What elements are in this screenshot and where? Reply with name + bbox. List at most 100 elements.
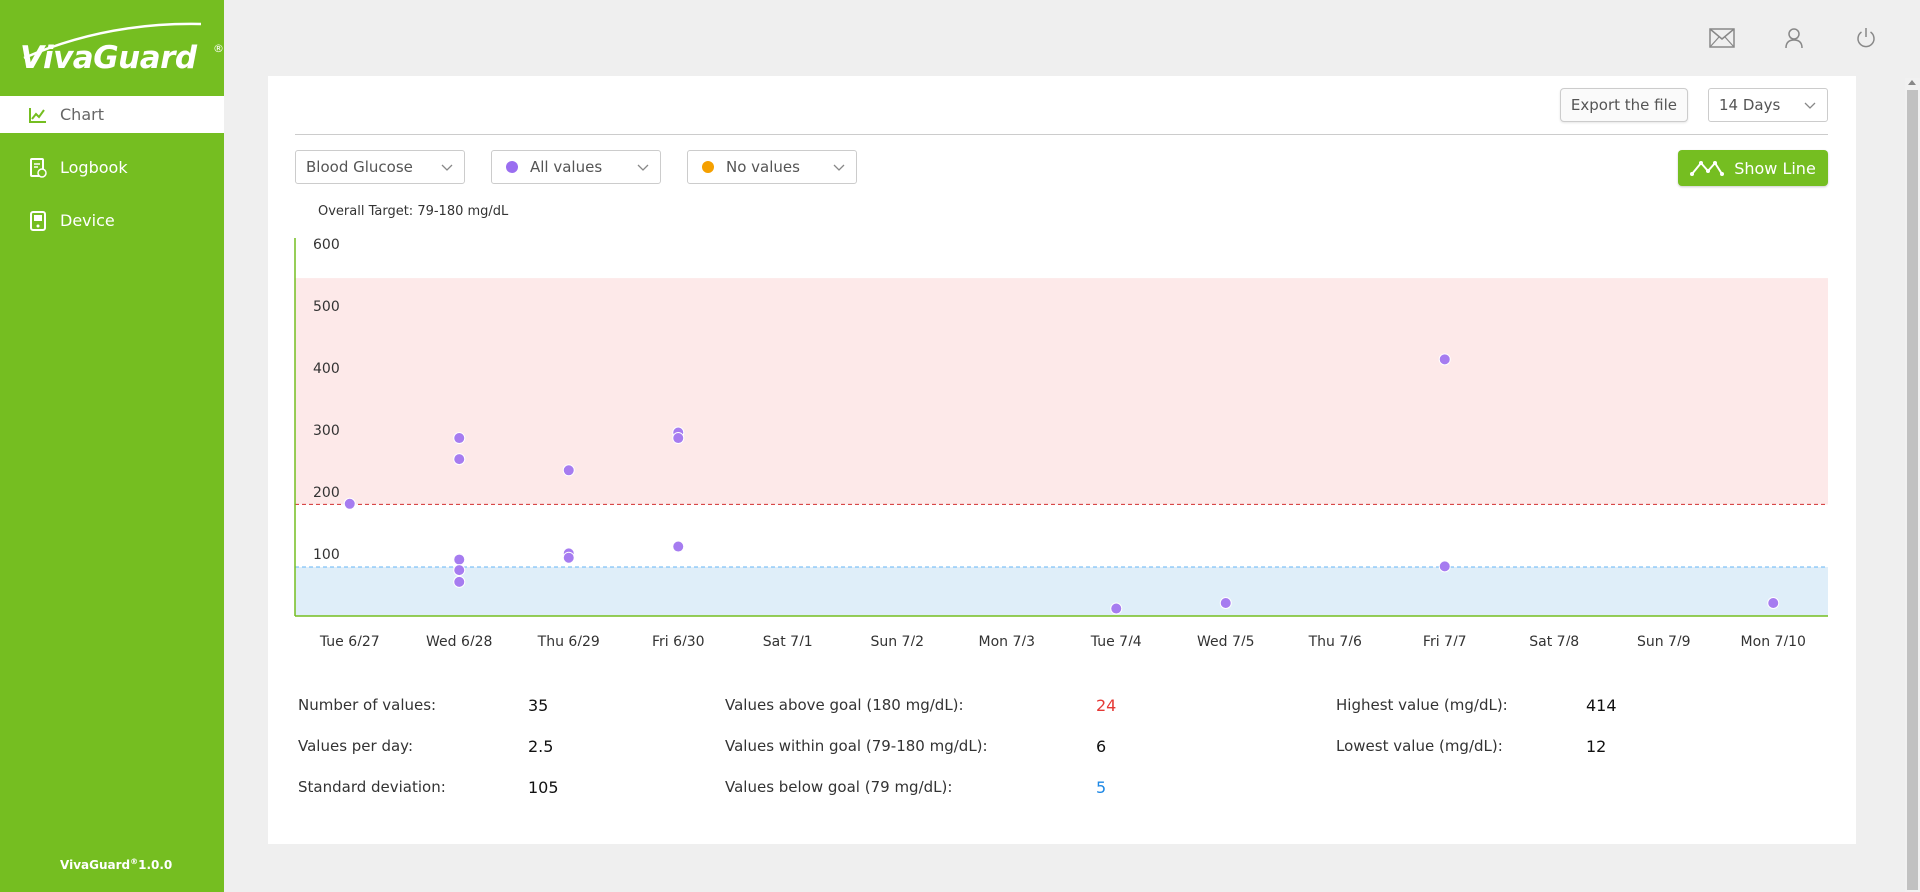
chart-icon [28, 105, 48, 125]
series1-select[interactable]: All values [491, 150, 661, 184]
y-tick-label: 100 [313, 547, 340, 563]
series1-value: All values [530, 158, 603, 176]
data-point [453, 432, 466, 445]
chevron-down-icon [833, 164, 845, 171]
y-tick-label: 200 [313, 485, 340, 501]
user-icon[interactable] [1780, 24, 1808, 52]
series1-dot [506, 161, 518, 173]
x-tick-label: Tue 7/4 [1090, 634, 1142, 646]
low-range-band [295, 567, 1828, 616]
x-tick-label: Thu 6/29 [537, 634, 600, 646]
highest-label: Highest value (mg/dL): [1336, 696, 1508, 714]
logo-text: VivaGuard [20, 40, 197, 76]
toolbar-divider [295, 134, 1828, 135]
series2-dot [702, 161, 714, 173]
data-point [1219, 596, 1232, 609]
within-goal-value: 6 [1096, 737, 1107, 756]
target-label: Overall Target: 79-180 mg/dL [318, 204, 509, 219]
chevron-down-icon [637, 164, 649, 171]
per-day-value: 2.5 [528, 737, 554, 756]
data-point [453, 564, 466, 577]
filter-row: Blood Glucose All values No values [295, 150, 857, 184]
x-tick-label: Wed 6/28 [426, 634, 492, 646]
version-registered-mark: ® [130, 857, 139, 866]
y-tick-label: 500 [313, 299, 340, 315]
above-goal-value: 24 [1096, 696, 1117, 715]
x-tick-label: Wed 7/5 [1197, 634, 1255, 646]
data-point [343, 497, 356, 510]
sidebar-item-chart[interactable]: Chart [0, 96, 224, 133]
data-point [1438, 353, 1451, 366]
data-point [1110, 602, 1123, 615]
chevron-down-icon [441, 164, 453, 171]
app-version: VivaGuard®1.0.0 [60, 857, 172, 872]
count-value: 35 [528, 696, 549, 715]
highest-value: 414 [1586, 696, 1617, 715]
y-tick-label: 300 [313, 423, 340, 439]
mail-icon[interactable] [1708, 24, 1736, 52]
sidebar: VivaGuard ® Chart Logbook Device VivaGua… [0, 0, 224, 892]
version-name: VivaGuard [60, 858, 131, 872]
per-day-label: Values per day: [298, 737, 414, 755]
data-point [453, 453, 466, 466]
glucose-chart: 100 200 300 400 500 600 Tue 6/27 Wed 6/28 Thu 6/… [294, 237, 1828, 646]
sidebar-item-logbook[interactable]: Logbook [0, 149, 224, 186]
measure-select[interactable]: Blood Glucose [295, 150, 465, 184]
export-file-button[interactable]: Export the file [1559, 88, 1688, 122]
lowest-label: Lowest value (mg/dL): [1336, 737, 1503, 755]
logo-registered-mark: ® [213, 42, 224, 55]
measure-value: Blood Glucose [306, 158, 413, 176]
sidebar-item-device[interactable]: Device [0, 202, 224, 239]
stats-panel: Number of values: 35 Values per day: 2.5… [298, 696, 1838, 826]
sidebar-nav: Chart Logbook Device [0, 96, 224, 255]
vivaguard-logo: VivaGuard ® [6, 18, 224, 88]
line-chart-icon [1690, 159, 1725, 177]
x-tick-label: Fri 6/30 [652, 634, 705, 646]
header-icons [1708, 24, 1880, 52]
data-point [672, 432, 685, 445]
below-goal-label: Values below goal (79 mg/dL): [725, 778, 953, 796]
power-icon[interactable] [1852, 24, 1880, 52]
x-tick-label: Sat 7/8 [1529, 634, 1579, 646]
y-tick-label: 400 [313, 361, 340, 377]
logbook-icon [28, 157, 48, 178]
date-range-select[interactable]: 14 Days [1708, 88, 1828, 122]
data-point [453, 553, 466, 566]
page-scrollbar[interactable] [1905, 78, 1920, 892]
below-goal-value: 5 [1096, 778, 1107, 797]
series2-select[interactable]: No values [687, 150, 857, 184]
scroll-up-arrow-icon[interactable] [1908, 80, 1916, 85]
x-tick-label: Sun 7/9 [1637, 634, 1691, 646]
chart-card: Export the file 14 Days Blood Glucose Al… [268, 76, 1856, 844]
data-point [562, 464, 575, 477]
data-point [1767, 596, 1780, 609]
data-point [562, 551, 575, 564]
std-label: Standard deviation: [298, 778, 446, 796]
x-tick-label: Fri 7/7 [1423, 634, 1467, 646]
sidebar-item-label: Chart [60, 105, 104, 124]
sidebar-item-label: Device [60, 211, 115, 230]
show-line-button[interactable]: Show Line [1678, 150, 1828, 186]
date-range-value: 14 Days [1719, 96, 1781, 114]
high-range-band [295, 278, 1828, 505]
data-point [672, 540, 685, 553]
above-goal-label: Values above goal (180 mg/dL): [725, 696, 964, 714]
y-tick-label: 600 [313, 237, 340, 253]
x-tick-label: Tue 6/27 [319, 634, 380, 646]
x-tick-label: Thu 7/6 [1308, 634, 1362, 646]
sidebar-item-label: Logbook [60, 158, 128, 177]
x-tick-label: Mon 7/3 [979, 634, 1036, 646]
x-tick-label: Sat 7/1 [763, 634, 813, 646]
device-icon [28, 210, 48, 231]
card-toolbar: Export the file 14 Days [1559, 88, 1828, 122]
data-point [1438, 560, 1451, 573]
count-label: Number of values: [298, 696, 437, 714]
series2-value: No values [726, 158, 800, 176]
x-tick-label: Sun 7/2 [870, 634, 924, 646]
show-line-label: Show Line [1734, 158, 1816, 178]
within-goal-label: Values within goal (79-180 mg/dL): [725, 737, 988, 755]
scroll-thumb[interactable] [1907, 90, 1918, 890]
chevron-down-icon [1804, 102, 1816, 109]
version-number: 1.0.0 [138, 858, 173, 872]
lowest-value: 12 [1586, 737, 1607, 756]
